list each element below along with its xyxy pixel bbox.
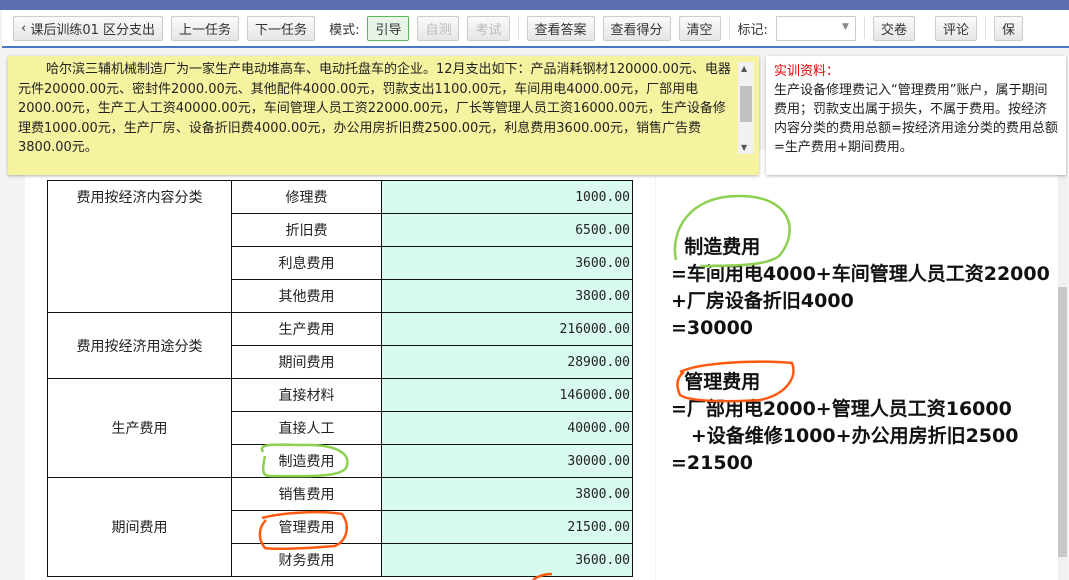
group-label: 费用按经济内容分类 <box>47 180 232 313</box>
mark-label: 标记: <box>737 22 768 38</box>
expense-table: 费用按经济内容分类 修理费 1000.00 折旧费 6500.00 利息费用 3600.00… <box>47 180 633 577</box>
annotation-line: =车间用电4000+车间管理人员工资22000 <box>671 263 1050 285</box>
handwritten-annotation: 制造费用 =车间用电4000+车间管理人员工资22000 +厂房设备折旧4000 =3… <box>671 180 1050 477</box>
item-label: 折旧费 <box>231 213 382 247</box>
mode-exam-button[interactable]: 考试 <box>467 15 510 41</box>
amount-input[interactable]: 3800.00 <box>381 477 633 511</box>
item-label: 制造费用 <box>231 444 382 478</box>
window-title-bar <box>0 0 1069 10</box>
amount-input[interactable]: 30000.00 <box>381 444 633 478</box>
scrollbar-thumb[interactable] <box>740 86 752 122</box>
table-row: 费用按经济内容分类 修理费 1000.00 <box>47 180 633 313</box>
chevron-left-icon: ‹ <box>21 20 31 36</box>
training-note: 实训资料： 生产设备修理费记入“管理费用”账户，属于期间费用；罚款支出属于损失，… <box>766 56 1066 175</box>
amount-input[interactable]: 1000.00 <box>381 180 633 214</box>
table-row: 费用按经济用途分类 生产费用 216000.00 <box>47 312 633 379</box>
view-answer-button[interactable]: 查看答案 <box>526 15 595 41</box>
amount-input[interactable]: 21500.00 <box>381 510 633 544</box>
amount-input[interactable]: 6500.00 <box>381 213 633 247</box>
item-label: 销售费用 <box>231 477 382 511</box>
item-label: 其他费用 <box>231 279 382 313</box>
group-label: 期间费用 <box>47 477 232 577</box>
prev-task-button[interactable]: 上一任务 <box>171 15 240 41</box>
arrow-down-icon[interactable]: ▼ <box>741 143 747 152</box>
amount-input[interactable]: 3800.00 <box>381 279 633 313</box>
table-row: 期间费用 销售费用 3800.00 <box>47 477 633 577</box>
mode-self-test-button[interactable]: 自测 <box>417 15 460 41</box>
item-label: 利息费用 <box>231 246 382 280</box>
mode-label: 模式: <box>329 22 360 38</box>
scrollbar-thumb[interactable] <box>1058 287 1067 557</box>
amount-input[interactable]: 40000.00 <box>381 411 633 445</box>
divider <box>728 17 730 39</box>
annotation-line: =厂部用电2000+管理人员工资16000 <box>671 398 1012 420</box>
amount-input[interactable]: 3600.00 <box>381 543 633 577</box>
note-title: 实训资料： <box>774 64 840 79</box>
arrow-up-icon[interactable]: ▲ <box>741 64 747 73</box>
amount-input[interactable]: 28900.00 <box>381 345 633 379</box>
annotation-line: +设备维修1000+办公用房折旧2500 <box>671 425 1019 447</box>
clear-button[interactable]: 清空 <box>678 15 721 41</box>
annotation-line: =30000 <box>671 317 754 339</box>
mark-select[interactable]: ▼ <box>775 15 856 41</box>
item-label: 修理费 <box>231 180 382 214</box>
mode-guide-button[interactable]: 引导 <box>367 15 410 41</box>
next-task-button[interactable]: 下一任务 <box>247 15 316 41</box>
submit-button[interactable]: 交卷 <box>872 15 915 41</box>
toolbar: ‹ 课后训练01 区分支出 上一任务 下一任务 模式: 引导 自测 考试 查看答… <box>2 10 1069 48</box>
annotation-line: 管理费用 <box>671 371 761 393</box>
amount-input[interactable]: 146000.00 <box>381 378 633 412</box>
divider <box>517 17 519 39</box>
annotation-line: =21500 <box>671 452 754 474</box>
chevron-down-icon: ▼ <box>842 21 849 32</box>
item-label: 期间费用 <box>231 345 382 379</box>
annotation-line: 制造费用 <box>671 236 761 258</box>
more-button[interactable]: 保 <box>993 15 1023 41</box>
table-row: 生产费用 直接材料 146000.00 <box>47 378 633 478</box>
annotation-line <box>671 342 1050 369</box>
amount-input[interactable]: 3600.00 <box>381 246 633 280</box>
item-label: 直接材料 <box>231 378 382 412</box>
problem-scrollbar[interactable]: ▲ ▼ <box>738 62 754 154</box>
item-label: 生产费用 <box>231 312 382 346</box>
problem-statement: 哈尔滨三辅机械制造厂为一家生产电动堆高车、电动托盘车的企业。12月支出如下：产品… <box>8 56 759 175</box>
amount-input[interactable]: 216000.00 <box>381 312 633 346</box>
group-label: 生产费用 <box>47 378 232 478</box>
view-score-button[interactable]: 查看得分 <box>602 15 671 41</box>
divider <box>863 17 865 39</box>
item-label: 管理费用 <box>231 510 382 544</box>
annotation-line: +厂房设备折旧4000 <box>671 290 854 312</box>
back-button[interactable]: ‹ 课后训练01 区分支出 <box>13 15 164 41</box>
item-label: 直接人工 <box>231 411 382 445</box>
note-text: 生产设备修理费记入“管理费用”账户，属于期间费用；罚款支出属于损失，不属于费用。… <box>774 83 1058 155</box>
divider <box>984 17 986 39</box>
comment-button[interactable]: 评论 <box>934 15 977 41</box>
group-label: 费用按经济用途分类 <box>47 312 232 379</box>
item-label: 财务费用 <box>231 543 382 577</box>
